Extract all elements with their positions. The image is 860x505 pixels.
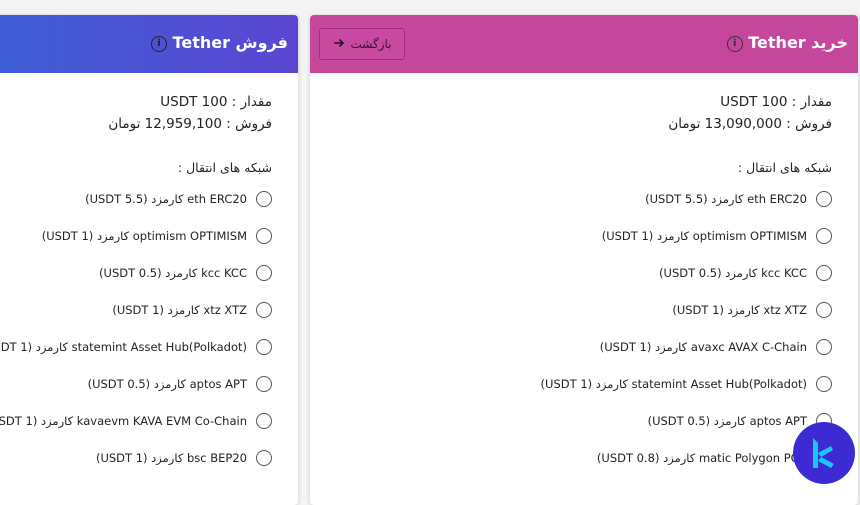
radio-icon[interactable] bbox=[816, 228, 832, 244]
site-logo bbox=[793, 422, 855, 484]
network-option[interactable]: avaxc AVAX C-Chain کارمزد (1 USDT) bbox=[310, 333, 832, 370]
radio-icon[interactable] bbox=[816, 302, 832, 318]
network-option[interactable]: kavaevm KAVA EVM Co-Chain کارمزد (1 USDT… bbox=[0, 407, 272, 444]
network-label: kavaevm KAVA EVM Co-Chain کارمزد (1 USDT… bbox=[0, 414, 247, 428]
network-label: avaxc AVAX C-Chain کارمزد (1 USDT) bbox=[599, 340, 807, 354]
network-label: eth ERC20 کارمزد (5.5 USDT) bbox=[645, 192, 807, 206]
sell-header: فروش Tether i bbox=[0, 15, 298, 73]
buy-card: بازگشت خرید Tether i مقدار : 100 USDT فر… bbox=[310, 15, 858, 505]
radio-icon[interactable] bbox=[256, 265, 272, 281]
network-option[interactable]: kcc KCC کارمزد (0.5 USDT) bbox=[310, 259, 832, 296]
network-option[interactable]: eth ERC20 کارمزد (5.5 USDT) bbox=[310, 185, 832, 222]
network-option[interactable]: xtz XTZ کارمزد (1 USDT) bbox=[0, 296, 272, 333]
radio-icon[interactable] bbox=[816, 376, 832, 392]
network-label: xtz XTZ کارمزد (1 USDT) bbox=[112, 303, 247, 317]
buy-amount: مقدار : 100 USDT bbox=[720, 94, 832, 110]
buy-body: مقدار : 100 USDT فروش : 13,090,000 تومان… bbox=[310, 91, 832, 481]
radio-icon[interactable] bbox=[256, 191, 272, 207]
network-label: aptos APT کارمزد (0.5 USDT) bbox=[647, 414, 807, 428]
network-option[interactable]: statemint Asset Hub(Polkadot) کارمزد (1 … bbox=[310, 370, 832, 407]
network-label: optimism OPTIMISM کارمزد (1 USDT) bbox=[41, 229, 247, 243]
network-label: kcc KCC کارمزد (0.5 USDT) bbox=[99, 266, 247, 280]
sell-networks-title: شبکه های انتقال : bbox=[177, 160, 272, 175]
network-label: aptos APT کارمزد (0.5 USDT) bbox=[87, 377, 247, 391]
network-label: matic Polygon POS کارمزد (0.8 USDT) bbox=[596, 451, 807, 465]
network-label: statemint Asset Hub(Polkadot) کارمزد (1 … bbox=[540, 377, 807, 391]
buy-total: فروش : 13,090,000 تومان bbox=[668, 116, 832, 132]
network-option[interactable]: aptos APT کارمزد (0.5 USDT) bbox=[0, 370, 272, 407]
radio-icon[interactable] bbox=[816, 265, 832, 281]
network-option[interactable]: optimism OPTIMISM کارمزد (1 USDT) bbox=[0, 222, 272, 259]
buy-networks-title: شبکه های انتقال : bbox=[737, 160, 832, 175]
network-label: xtz XTZ کارمزد (1 USDT) bbox=[672, 303, 807, 317]
radio-icon[interactable] bbox=[256, 339, 272, 355]
network-label: optimism OPTIMISM کارمزد (1 USDT) bbox=[601, 229, 807, 243]
back-label: بازگشت bbox=[350, 37, 392, 51]
network-option[interactable]: statemint Asset Hub(Polkadot) کارمزد (1 … bbox=[0, 333, 272, 370]
sell-body: مقدار : 100 USDT فروش : 12,959,100 تومان… bbox=[0, 91, 272, 481]
network-option[interactable]: xtz XTZ کارمزد (1 USDT) bbox=[310, 296, 832, 333]
radio-icon[interactable] bbox=[256, 413, 272, 429]
network-option[interactable]: optimism OPTIMISM کارمزد (1 USDT) bbox=[310, 222, 832, 259]
network-label: bsc BEP20 کارمزد (1 USDT) bbox=[95, 451, 247, 465]
network-option[interactable]: kcc KCC کارمزد (0.5 USDT) bbox=[0, 259, 272, 296]
sell-title-text: فروش Tether bbox=[172, 33, 288, 52]
sell-title: فروش Tether i bbox=[143, 33, 288, 52]
radio-icon[interactable] bbox=[256, 376, 272, 392]
sell-card: فروش Tether i مقدار : 100 USDT فروش : 12… bbox=[0, 15, 298, 505]
network-label: eth ERC20 کارمزد (5.5 USDT) bbox=[85, 192, 247, 206]
radio-icon[interactable] bbox=[256, 450, 272, 466]
arrow-right-icon bbox=[333, 37, 345, 52]
network-label: statemint Asset Hub(Polkadot) کارمزد (1 … bbox=[0, 340, 247, 354]
network-option[interactable]: eth ERC20 کارمزد (5.5 USDT) bbox=[0, 185, 272, 222]
network-option[interactable]: bsc BEP20 کارمزد (1 USDT) bbox=[0, 444, 272, 481]
sell-amount: مقدار : 100 USDT bbox=[160, 94, 272, 110]
radio-icon[interactable] bbox=[256, 302, 272, 318]
network-label: kcc KCC کارمزد (0.5 USDT) bbox=[659, 266, 807, 280]
info-icon[interactable]: i bbox=[150, 35, 167, 52]
radio-icon[interactable] bbox=[816, 339, 832, 355]
network-option[interactable]: matic Polygon POS کارمزد (0.8 USDT) bbox=[310, 444, 832, 481]
buy-title-text: خرید Tether bbox=[748, 33, 848, 52]
radio-icon[interactable] bbox=[816, 191, 832, 207]
network-option[interactable]: aptos APT کارمزد (0.5 USDT) bbox=[310, 407, 832, 444]
buy-title: خرید Tether i bbox=[719, 33, 848, 52]
back-button[interactable]: بازگشت bbox=[319, 28, 405, 60]
buy-header: بازگشت خرید Tether i bbox=[310, 15, 858, 73]
radio-icon[interactable] bbox=[256, 228, 272, 244]
info-icon[interactable]: i bbox=[726, 35, 743, 52]
sell-total: فروش : 12,959,100 تومان bbox=[108, 116, 272, 132]
